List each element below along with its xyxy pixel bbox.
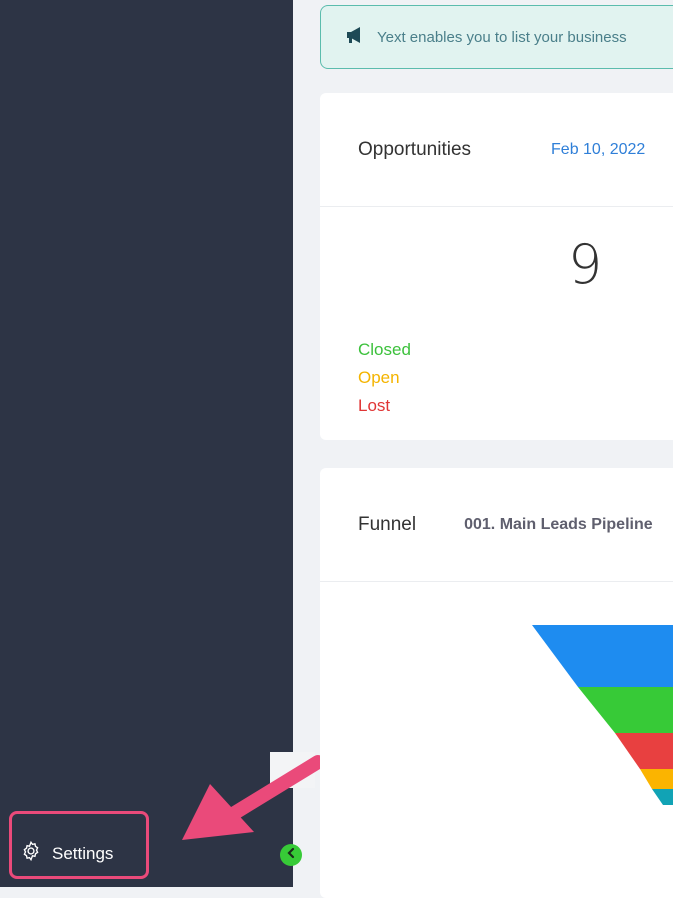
info-banner: Yext enables you to list your business (320, 5, 673, 69)
funnel-chart (532, 625, 673, 805)
funnel-card-header: Funnel 001. Main Leads Pipeline (320, 468, 673, 582)
highlight-box (9, 811, 149, 879)
legend-open: Open (358, 368, 400, 387)
funnel-stage-2 (578, 687, 673, 733)
opportunities-card-header: Opportunities Feb 10, 2022 (320, 93, 673, 207)
legend-lost: Lost (358, 396, 391, 415)
funnel-pipeline-select[interactable]: 001. Main Leads Pipeline (464, 516, 653, 534)
pointer-arrow (182, 755, 325, 840)
opportunities-date[interactable]: Feb 10, 2022 (551, 141, 645, 159)
funnel-title: Funnel (358, 513, 417, 535)
opportunities-count: 9 (568, 233, 603, 296)
funnel-stage-5 (652, 789, 673, 805)
opportunities-card: Opportunities Feb 10, 2022 9 Closed Open… (320, 93, 673, 440)
megaphone-icon (345, 26, 365, 48)
funnel-card: Funnel 001. Main Leads Pipeline (320, 468, 673, 898)
opportunities-legend: Closed Open Lost (358, 336, 411, 420)
funnel-stage-1 (532, 625, 673, 687)
legend-closed: Closed (358, 340, 411, 359)
funnel-stage-4 (640, 769, 673, 789)
banner-text: Yext enables you to list your business (377, 28, 627, 46)
opportunities-title: Opportunities (358, 138, 472, 160)
funnel-stage-3 (615, 733, 673, 769)
